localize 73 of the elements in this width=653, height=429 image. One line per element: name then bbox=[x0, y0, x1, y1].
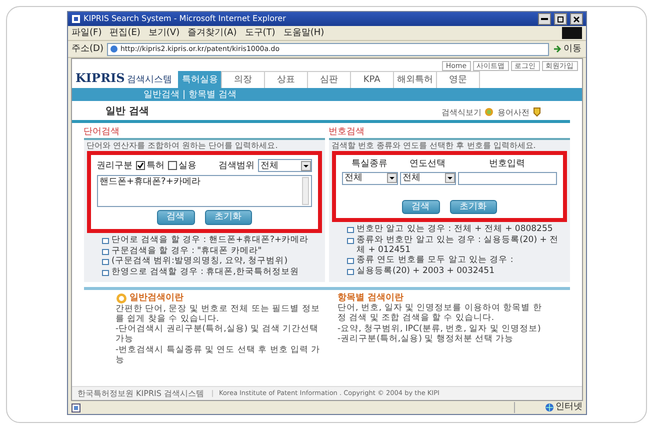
dropdown[interactable]: 전체 bbox=[342, 172, 398, 185]
number-input-field[interactable] bbox=[458, 172, 556, 185]
go-button[interactable]: 이동 bbox=[552, 44, 582, 54]
bullet-icon bbox=[346, 258, 354, 264]
guide-text: -단어검색시 권리구분(특허,실용) 및 검색 기간선택 가능 bbox=[116, 325, 320, 345]
header-link[interactable]: 용어사전 bbox=[498, 107, 542, 118]
checkbox[interactable] bbox=[168, 161, 176, 170]
checkbox-label: 실용 bbox=[178, 160, 196, 172]
section-description: 단어와 연산자를 조합하여 원하는 단어를 입력하세요. bbox=[86, 140, 279, 152]
help-text: (구문검색 범위:발명의명칭, 요약, 청구범위) bbox=[112, 257, 288, 268]
close-button[interactable] bbox=[570, 13, 582, 25]
help-text: 구문검색을 할 경우 : "휴대폰 카메라" bbox=[112, 246, 262, 256]
close-icon bbox=[572, 14, 580, 24]
tab[interactable]: KPA bbox=[350, 71, 394, 88]
dropdown[interactable]: 전체 bbox=[258, 159, 312, 172]
menu-item[interactable]: 즐겨찾기(A) bbox=[188, 28, 237, 38]
column-label: 연도선택 bbox=[408, 159, 446, 170]
guide-title: 일반검색이란 bbox=[130, 293, 184, 304]
guide-title: 항목별 검색이란 bbox=[338, 292, 404, 304]
globe-icon bbox=[544, 403, 554, 412]
arrow-icon bbox=[552, 44, 562, 54]
help-text: 종류 연도 번호를 모두 알고 있는 경우 : bbox=[356, 256, 514, 266]
help-text: 실용등록(20) + 2003 + 0032451 bbox=[356, 267, 494, 277]
bullet-icon bbox=[346, 227, 354, 234]
page-status-icon bbox=[70, 402, 80, 412]
menu-item[interactable]: 도구(T) bbox=[244, 28, 276, 38]
footer-organization: 한국특허정보원 KIPRIS 검색시스템 bbox=[78, 388, 204, 398]
minimize-button[interactable] bbox=[538, 13, 550, 25]
help-text: 단어로 검색을 할 경우 : 핸드폰+휴대폰?+카메라 bbox=[112, 236, 309, 246]
guide-text: -번호검색시 특실종류 및 연도 선택 후 번호 입력 가능 bbox=[116, 346, 322, 366]
minimize-icon bbox=[540, 18, 548, 20]
help-text: 번호만 알고 있는 경우 : 전체 + 전체 + 0808255 bbox=[356, 225, 553, 235]
app-icon bbox=[70, 14, 80, 24]
bullet-icon bbox=[102, 270, 108, 276]
tab[interactable]: 의장 bbox=[220, 71, 265, 88]
menu-item[interactable]: 도움말(H) bbox=[283, 28, 324, 38]
window-title: KIPRIS Search System - Microsoft Internet Explorer bbox=[84, 14, 287, 24]
bullet-icon bbox=[102, 248, 108, 255]
bullet-icon bbox=[346, 238, 354, 244]
checkbox-label: 특허 bbox=[146, 160, 164, 172]
dropdown[interactable]: 전체 bbox=[400, 172, 456, 185]
header-link[interactable]: 검색식보기 bbox=[442, 107, 494, 118]
page-title: 일반 검색 bbox=[106, 106, 150, 118]
page-icon bbox=[110, 45, 118, 53]
section-description: 검색할 번호 종류와 연도를 선택한 후 번호를 입력하세요. bbox=[330, 140, 537, 152]
checkbox[interactable] bbox=[136, 161, 144, 170]
tab[interactable]: 상표 bbox=[264, 71, 308, 88]
column-label: 번호입력 bbox=[488, 159, 526, 170]
search-query-field[interactable]: 핸드폰+휴대폰?+카메라 bbox=[96, 175, 312, 208]
guide-text: 단어, 번호, 일자 및 인명정보를 이용하여 항목별 한정 검색 및 조합 검색을 할 수 있습니다. bbox=[338, 304, 543, 324]
maximize-icon bbox=[556, 14, 564, 24]
status-zone: 인터넷 bbox=[556, 402, 582, 413]
bullet-icon bbox=[102, 238, 108, 244]
menu-item[interactable]: 파일(F) bbox=[72, 28, 102, 38]
field-label: 권리구분 bbox=[96, 160, 132, 172]
scrollbar bbox=[302, 177, 308, 206]
field-label: 검색범위 bbox=[218, 160, 254, 172]
guide-text: -권리구분(특허,실용) 및 행정처분 선택 가능 bbox=[338, 335, 515, 346]
help-text: 한영으로 검색할 경우 : 휴대폰,한국특허정보원 bbox=[112, 268, 299, 278]
menu-item[interactable]: 보기(V) bbox=[148, 28, 180, 38]
tab[interactable]: 영문 bbox=[436, 71, 480, 88]
maximize-button[interactable] bbox=[554, 13, 566, 25]
help-text: 종류와 번호만 알고 있는 경우 : 실용등록(20) + 전체 + 012451 bbox=[356, 236, 560, 256]
menu-item[interactable]: 편집(E) bbox=[110, 28, 140, 38]
column-label: 특실종류 bbox=[350, 159, 388, 170]
kipris-logo[interactable]: KIPRIS 검색시스템 bbox=[76, 72, 172, 88]
bullet-icon bbox=[102, 259, 108, 266]
address-label: 주소(D) bbox=[72, 44, 104, 54]
guide-text: 간편한 단어, 문장 및 번호로 전체 또는 필드별 정보를 쉽게 찾을 수 있습니다. bbox=[116, 304, 321, 324]
bullet-icon bbox=[346, 269, 354, 276]
shield-icon bbox=[532, 107, 542, 118]
separator-text: | bbox=[182, 90, 186, 100]
guide-text: -요약, 청구범위, IPC(분류, 번호, 일자 및 인명정보) bbox=[338, 324, 542, 334]
